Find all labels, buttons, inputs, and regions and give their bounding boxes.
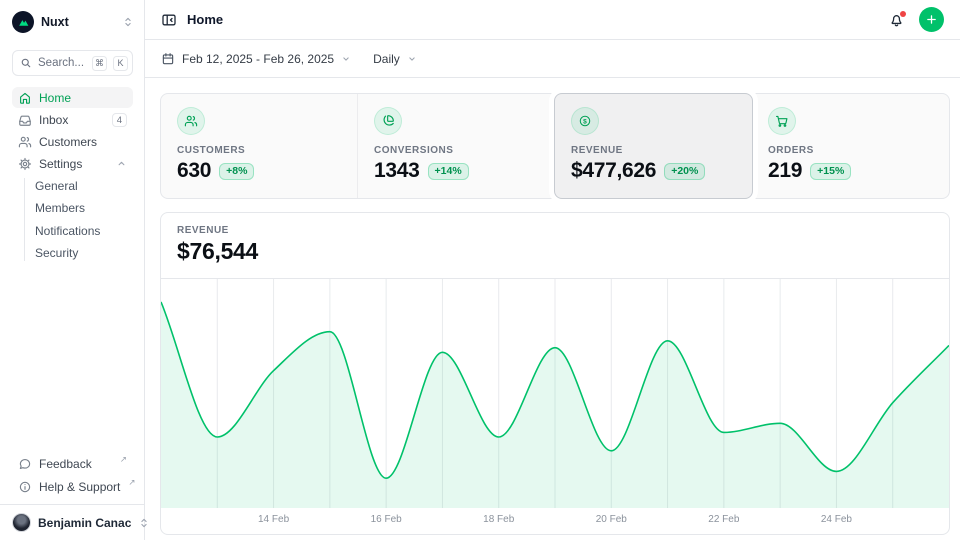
chevron-down-icon (341, 54, 351, 64)
workspace-name: Nuxt (41, 15, 115, 29)
stat-delta-badge: +8% (219, 163, 254, 180)
notifications-button[interactable] (888, 11, 905, 28)
sidebar-item-inbox[interactable]: Inbox 4 (12, 109, 133, 130)
page-content: CUSTOMERS 630 +8% CONVERSIONS 1343 +14% (145, 78, 960, 535)
svg-text:$: $ (583, 118, 587, 125)
settings-subnav: General Members Notifications Security (0, 175, 133, 264)
users-icon (177, 107, 205, 135)
stat-value: $477,626 (571, 159, 656, 183)
chart-x-tick-label: 16 Feb (371, 514, 402, 525)
plus-icon (925, 13, 938, 26)
notification-dot (900, 11, 906, 17)
chevron-up-icon (116, 158, 127, 169)
sidebar: Nuxt Search... ⌘ K Home (0, 0, 145, 540)
dollar-icon: $ (571, 107, 599, 135)
sidebar-item-settings[interactable]: Settings (12, 153, 133, 174)
stat-delta-badge: +20% (664, 163, 705, 180)
chevrons-up-down-icon (122, 16, 134, 28)
revenue-chart-card: REVENUE $76,544 14 Feb 16 Feb 18 Feb 20 Feb… (160, 212, 950, 535)
sidebar-footer-nav: Feedback ↗ Help & Support ↗ (0, 453, 144, 497)
search-icon (20, 57, 32, 69)
inbox-count-badge: 4 (112, 113, 127, 127)
page-title: Home (187, 12, 223, 27)
subnav-item-members[interactable]: Members (35, 198, 133, 220)
stat-delta-badge: +15% (810, 163, 851, 180)
stat-label: REVENUE (571, 145, 736, 156)
stat-value: 1343 (374, 159, 420, 183)
external-link-icon: ↗ (128, 477, 135, 488)
inbox-icon (18, 113, 32, 127)
external-link-icon: ↗ (120, 454, 127, 465)
collapse-sidebar-button[interactable] (161, 12, 177, 28)
subnav-item-general[interactable]: General (35, 175, 133, 197)
topbar-actions (888, 7, 944, 32)
sidebar-item-customers[interactable]: Customers (12, 131, 133, 152)
chart-header: REVENUE $76,544 (161, 213, 949, 279)
stat-card-customers[interactable]: CUSTOMERS 630 +8% (161, 94, 358, 198)
nuxt-logo-icon (12, 11, 34, 33)
granularity-select[interactable]: Daily (373, 52, 417, 66)
kbd-k: K (113, 56, 128, 71)
stat-delta-badge: +14% (428, 163, 469, 180)
chart-x-tick-label: 14 Feb (258, 514, 289, 525)
granularity-label: Daily (373, 52, 400, 66)
workspace-switcher[interactable]: Nuxt (12, 10, 134, 34)
avatar (12, 513, 31, 532)
stat-label: CUSTOMERS (177, 145, 341, 156)
users-icon (18, 135, 32, 149)
app-window: Nuxt Search... ⌘ K Home (0, 0, 960, 540)
cart-icon (768, 107, 796, 135)
home-icon (18, 91, 32, 105)
sidebar-nav: Home Inbox 4 Customers Settings (0, 87, 144, 174)
stat-label: ORDERS (768, 145, 933, 156)
kbd-cmd: ⌘ (92, 56, 107, 71)
info-icon (18, 480, 32, 494)
stats-row: CUSTOMERS 630 +8% CONVERSIONS 1343 +14% (160, 93, 950, 199)
filter-toolbar: Feb 12, 2025 - Feb 26, 2025 Daily (145, 40, 960, 78)
user-menu[interactable]: Benjamin Canac (0, 504, 144, 540)
stat-value: 219 (768, 159, 802, 183)
date-range-label: Feb 12, 2025 - Feb 26, 2025 (182, 52, 334, 66)
chat-icon (18, 457, 32, 471)
revenue-chart[interactable] (161, 279, 949, 508)
subnav-item-notifications[interactable]: Notifications (35, 220, 133, 242)
stat-card-conversions[interactable]: CONVERSIONS 1343 +14% (358, 94, 555, 198)
chevron-down-icon (407, 54, 417, 64)
sidebar-spacer (0, 264, 144, 453)
chart-x-labels: 14 Feb 16 Feb 18 Feb 20 Feb 22 Feb 24 Feb (161, 508, 949, 534)
date-range-picker[interactable]: Feb 12, 2025 - Feb 26, 2025 (161, 52, 351, 66)
stat-value: 630 (177, 159, 211, 183)
sidebar-item-home[interactable]: Home (12, 87, 133, 108)
subnav-item-security[interactable]: Security (35, 243, 133, 265)
add-button[interactable] (919, 7, 944, 32)
sidebar-item-feedback[interactable]: Feedback ↗ (12, 453, 133, 474)
user-name: Benjamin Canac (38, 516, 131, 530)
topbar: Home (145, 0, 960, 40)
chart-x-tick-label: 22 Feb (708, 514, 739, 525)
chart-metric-value: $76,544 (177, 238, 933, 265)
calendar-icon (161, 52, 175, 66)
search-input[interactable]: Search... ⌘ K (12, 50, 133, 76)
stat-label: CONVERSIONS (374, 145, 538, 156)
chart-metric-label: REVENUE (177, 225, 933, 236)
search-placeholder: Search... (38, 57, 86, 69)
stat-card-orders[interactable]: ORDERS 219 +15% (752, 94, 949, 198)
chart-x-tick-label: 20 Feb (596, 514, 627, 525)
main-area: Home Feb 12, 2 (145, 0, 960, 540)
sidebar-item-help-support[interactable]: Help & Support ↗ (12, 476, 133, 497)
chart-x-tick-label: 24 Feb (821, 514, 852, 525)
stat-card-revenue[interactable]: $ REVENUE $477,626 +20% (555, 94, 752, 198)
revenue-chart-svg (161, 279, 949, 508)
pie-icon (374, 107, 402, 135)
gear-icon (18, 157, 32, 171)
chart-x-tick-label: 18 Feb (483, 514, 514, 525)
panel-left-close-icon (161, 12, 177, 28)
